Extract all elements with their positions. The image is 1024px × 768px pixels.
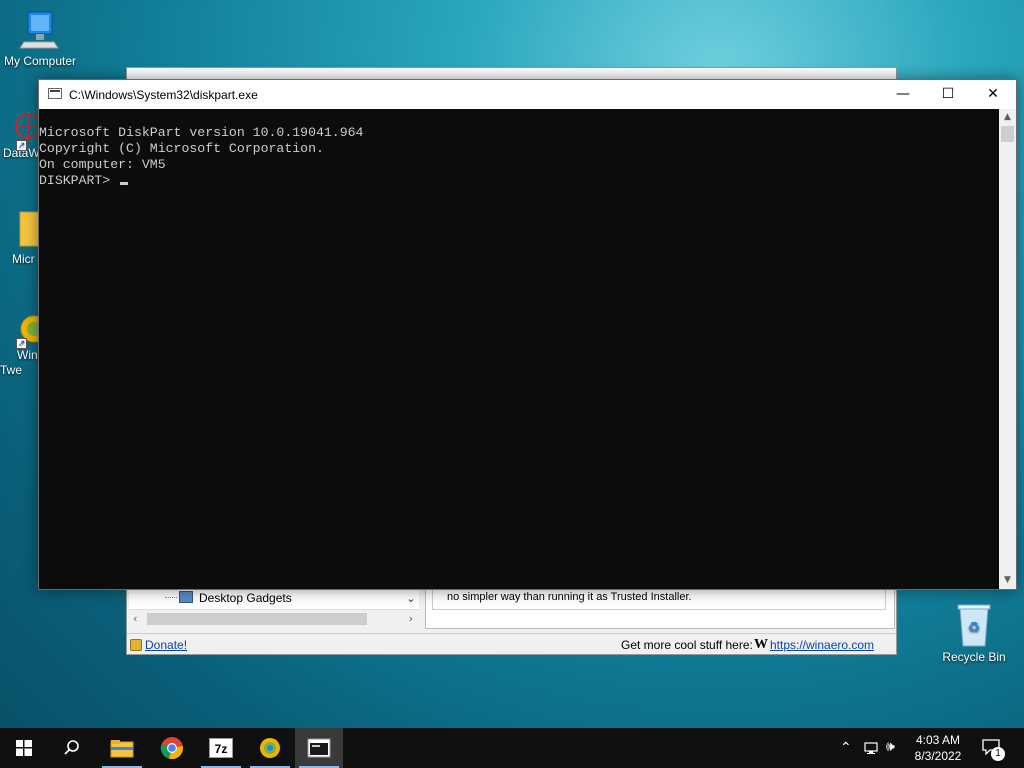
shortcut-arrow-icon: ↗ [16,140,27,151]
tree-scroll-down-button[interactable]: ⌄ [403,589,419,609]
desktop-icon-datawatch[interactable]: ↗ DataW [0,108,41,160]
svg-text:♻: ♻ [968,620,981,636]
clock-time: 4:03 AM [915,733,961,747]
desktop-icon-label: Win Twe [0,348,38,377]
windows-logo-icon [16,740,32,756]
shortcut-arrow-icon: ↗ [16,338,27,349]
maximize-button[interactable]: ☐ [925,80,971,109]
desktop-icon-recycle-bin[interactable]: ♻ Recycle Bin [934,602,1014,664]
scrollbar-thumb[interactable] [147,613,367,625]
donate-link[interactable]: Donate! [145,638,187,652]
tree-connector [165,597,177,598]
gadgets-icon [179,591,193,603]
taskbar-chrome[interactable] [148,728,196,768]
volume-icon[interactable]: 🕪 [886,738,895,755]
taskbar-file-explorer[interactable] [98,728,146,768]
description-text: no simpler way than running it as Truste… [432,588,886,610]
scrollbar-thumb[interactable] [1001,126,1014,142]
start-button[interactable] [0,728,48,768]
desktop-icon-winaero-tweaker[interactable]: ↗ Win Twe [0,312,48,378]
chrome-icon [160,737,183,760]
console-line: Microsoft DiskPart version 10.0.19041.96… [39,125,364,140]
winaero-logo-icon: W [754,637,768,652]
taskbar-7zip[interactable]: 7z [197,728,245,768]
console-line: On computer: VM5 [39,157,166,172]
monitor-icon [19,11,59,49]
console-line: Copyright (C) Microsoft Corporation. [39,141,324,156]
taskbar-console[interactable] [295,728,343,768]
minimize-button[interactable]: — [880,80,926,109]
taskbar-winaero-tweaker[interactable] [246,728,294,768]
winaero-link[interactable]: https://winaero.com [770,638,874,652]
tree-horizontal-scrollbar[interactable]: ‹ › [129,609,419,627]
console-prompt: DISKPART> [39,173,119,188]
desktop-icon-label: Micr [12,252,35,266]
search-icon [64,740,79,755]
diskpart-console-window[interactable]: C:\Windows\System32\diskpart.exe — ☐ ✕ M… [38,79,1017,590]
desktop-icon-label: My Computer [3,54,77,68]
console-vertical-scrollbar[interactable]: ▲ ▼ [999,109,1016,589]
folder-icon [110,740,134,758]
donate-icon [130,639,142,651]
desktop-icon-my-computer[interactable]: My Computer [0,8,80,68]
clock-date: 8/3/2022 [914,749,962,763]
scroll-left-icon[interactable]: ‹ [133,612,137,625]
taskbar: 7z ⌃ 🕪 4:03 AM 8/3/2022 1 [0,728,1024,768]
more-stuff-label: Get more cool stuff here: [621,638,753,652]
window-title: C:\Windows\System32\diskpart.exe [69,88,258,102]
tree-item-label: Desktop Gadgets [199,591,292,605]
7zip-icon: 7z [209,738,233,758]
notification-count-badge: 1 [991,747,1005,761]
console-app-icon [48,88,62,99]
tree-item-desktop-gadgets[interactable]: Desktop Gadgets [129,587,419,609]
description-pane: no simpler way than running it as Truste… [425,587,895,629]
winaero-icon [260,738,280,758]
desktop-icon-label: Recycle Bin [942,650,1006,664]
console-titlebar[interactable]: C:\Windows\System32\diskpart.exe — ☐ ✕ [39,80,1016,109]
desktop-icon-microsoft[interactable]: Micr [0,208,51,266]
console-prompt-line[interactable]: DISKPART> [39,173,999,189]
recycle-bin-icon: ♻ [957,604,991,647]
search-button[interactable] [48,728,96,768]
show-hidden-icons-chevron-icon[interactable]: ⌃ [840,739,852,756]
scroll-right-icon[interactable]: › [409,612,413,625]
winaero-status-bar: Donate! Get more cool stuff here: W http… [127,633,896,655]
console-icon [307,738,331,758]
scroll-down-icon[interactable]: ▼ [999,572,1016,589]
scroll-up-icon[interactable]: ▲ [999,109,1016,126]
network-icon[interactable] [864,741,880,755]
console-output[interactable]: Microsoft DiskPart version 10.0.19041.96… [39,109,999,589]
close-button[interactable]: ✕ [970,80,1016,109]
text-cursor [120,182,129,185]
system-clock[interactable]: 4:03 AM 8/3/2022 [906,732,970,764]
action-center-button[interactable]: 1 [980,737,1008,761]
